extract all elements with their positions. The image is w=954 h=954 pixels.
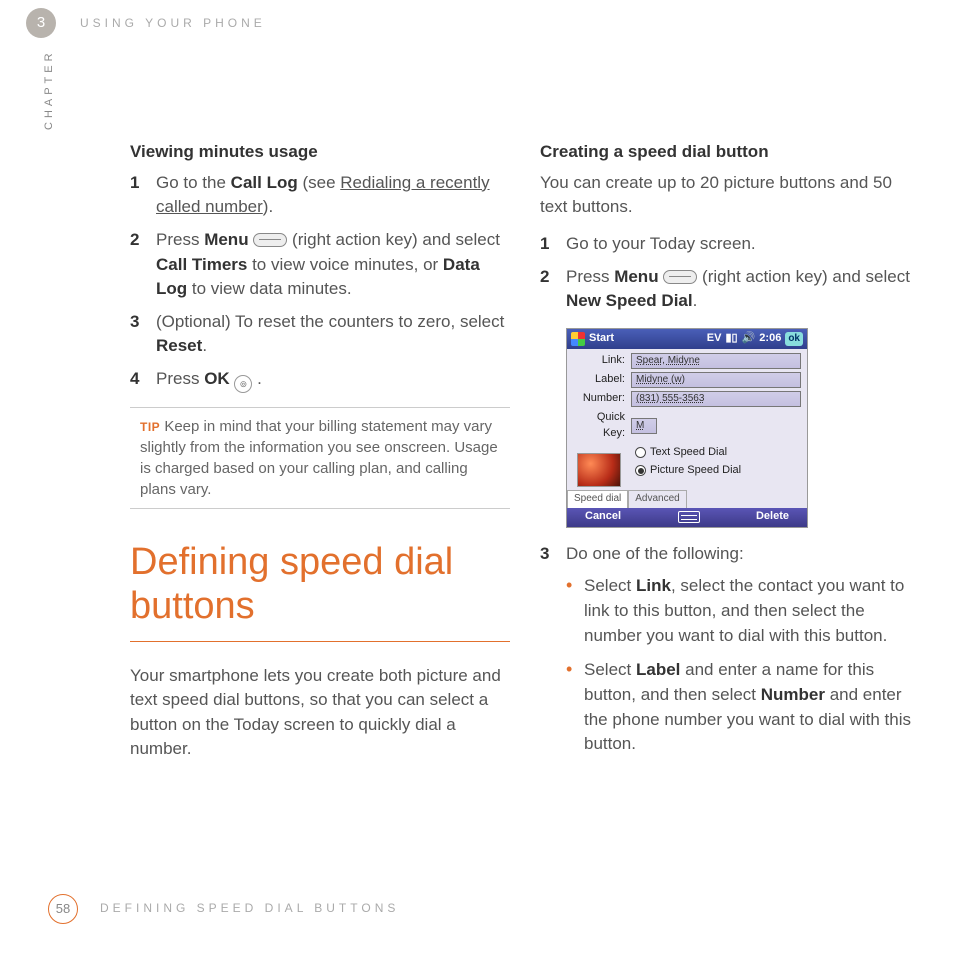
text: (right action key) and select (697, 267, 910, 286)
bold-number: Number (761, 685, 825, 704)
right-column: Creating a speed dial button You can cre… (540, 140, 920, 860)
ok-key-icon: ⊚ (234, 375, 252, 393)
step-number: 3 (540, 542, 566, 567)
number-field[interactable]: (831) 555-3563 (631, 391, 801, 407)
bold-call-timers: Call Timers (156, 255, 247, 274)
text: . (202, 336, 207, 355)
ok-button[interactable]: ok (785, 332, 803, 347)
step-number: 1 (540, 232, 566, 257)
phone-softkey-bar: Cancel Delete (567, 508, 807, 527)
radio-picture-speed-dial[interactable]: Picture Speed Dial (635, 463, 801, 479)
section-intro: Your smartphone lets you create both pic… (130, 664, 510, 763)
text: Go to your Today screen. (566, 232, 756, 257)
phone-body: Link:Spear, Midyne Label:Midyne (w) Numb… (567, 349, 807, 491)
right-intro: You can create up to 20 picture buttons … (540, 171, 920, 220)
action-key-icon (253, 233, 287, 247)
bullet-dot-icon: • (566, 658, 584, 757)
tab-advanced[interactable]: Advanced (628, 490, 686, 508)
step-number: 2 (130, 228, 156, 302)
text: Do one of the following: (566, 542, 744, 567)
quickkey-field[interactable]: M (631, 418, 657, 434)
content-columns: Viewing minutes usage 1 Go to the Call L… (130, 140, 920, 860)
quickkey-label: Quick Key: (573, 410, 631, 442)
bullet-list: • Select Link, select the contact you wa… (540, 574, 920, 756)
bold-new-speed-dial: New Speed Dial (566, 291, 693, 310)
step-number: 2 (540, 265, 566, 314)
radio-icon (635, 465, 646, 476)
keyboard-icon[interactable] (678, 511, 700, 523)
text: Press (566, 267, 614, 286)
tip-text: Keep in mind that your billing statement… (140, 418, 498, 498)
softkey-delete[interactable]: Delete (756, 509, 789, 525)
bold-ok: OK (204, 369, 230, 388)
phone-titlebar: Start EV ▮▯ 🔊 2:06 ok (567, 329, 807, 349)
right-step-2: 2 Press Menu (right action key) and sele… (540, 265, 920, 314)
radio-label: Picture Speed Dial (650, 463, 741, 479)
text: . (693, 291, 698, 310)
bold-menu: Menu (204, 230, 248, 249)
text: (Optional) To reset the counters to zero… (156, 312, 504, 331)
running-head: USING YOUR PHONE (80, 15, 266, 32)
action-key-icon (663, 270, 697, 284)
radio-label: Text Speed Dial (650, 445, 727, 461)
clock: 2:06 (759, 331, 781, 347)
text: (right action key) and select (287, 230, 500, 249)
link-label: Link: (573, 353, 631, 369)
section-title: Defining speed dial buttons (130, 541, 510, 641)
phone-screenshot: Start EV ▮▯ 🔊 2:06 ok Link:Spear, Midyne… (566, 328, 808, 528)
picture-thumbnail[interactable] (577, 453, 621, 487)
chapter-label-vertical: CHAPTER (42, 49, 58, 130)
text: Select (584, 576, 636, 595)
text: to view voice minutes, or (247, 255, 443, 274)
step-number: 3 (130, 310, 156, 359)
bold-call-log: Call Log (231, 173, 298, 192)
bold-link: Link (636, 576, 671, 595)
bullet-item: • Select Label and enter a name for this… (540, 658, 920, 757)
step-number: 1 (130, 171, 156, 220)
tip-label: TIP (140, 420, 160, 434)
speaker-icon: 🔊 (742, 331, 756, 347)
ev-indicator: EV (707, 331, 722, 347)
label-label: Label: (573, 372, 631, 388)
bold-menu: Menu (614, 267, 658, 286)
radio-text-speed-dial[interactable]: Text Speed Dial (635, 445, 801, 461)
bold-label: Label (636, 660, 680, 679)
bullet-dot-icon: • (566, 574, 584, 648)
signal-icon: ▮▯ (725, 331, 737, 347)
page-number: 58 (48, 894, 78, 924)
subhead-viewing-minutes: Viewing minutes usage (130, 140, 510, 165)
subhead-creating-speed-dial: Creating a speed dial button (540, 140, 920, 165)
radio-icon (635, 447, 646, 458)
footer-title: DEFINING SPEED DIAL BUTTONS (100, 900, 399, 917)
status-area: EV ▮▯ 🔊 2:06 ok (707, 331, 803, 347)
left-step-4: 4 Press OK ⊚ . (130, 367, 510, 393)
number-label: Number: (573, 391, 631, 407)
text: Go to the (156, 173, 231, 192)
start-button[interactable]: Start (589, 331, 614, 347)
text: ). (263, 197, 273, 216)
link-field[interactable]: Spear, Midyne (631, 353, 801, 369)
text: Press (156, 230, 204, 249)
softkey-cancel[interactable]: Cancel (585, 509, 621, 525)
right-step-3: 3 Do one of the following: (540, 542, 920, 567)
text: Select (584, 660, 636, 679)
tab-speed-dial[interactable]: Speed dial (567, 490, 628, 508)
left-column: Viewing minutes usage 1 Go to the Call L… (130, 140, 510, 860)
right-step-1: 1 Go to your Today screen. (540, 232, 920, 257)
left-step-1: 1 Go to the Call Log (see Redialing a re… (130, 171, 510, 220)
label-field[interactable]: Midyne (w) (631, 372, 801, 388)
text: to view data minutes. (187, 279, 351, 298)
text: Press (156, 369, 204, 388)
chapter-number-badge: 3 (26, 8, 56, 38)
text: (see (298, 173, 341, 192)
step-number: 4 (130, 367, 156, 393)
left-step-3: 3 (Optional) To reset the counters to ze… (130, 310, 510, 359)
left-step-2: 2 Press Menu (right action key) and sele… (130, 228, 510, 302)
text: . (252, 369, 261, 388)
phone-tabs: Speed dial Advanced (567, 490, 687, 508)
windows-flag-icon (571, 332, 585, 346)
bullet-item: • Select Link, select the contact you wa… (540, 574, 920, 648)
tip-box: TIP Keep in mind that your billing state… (130, 407, 510, 509)
bold-reset: Reset (156, 336, 202, 355)
